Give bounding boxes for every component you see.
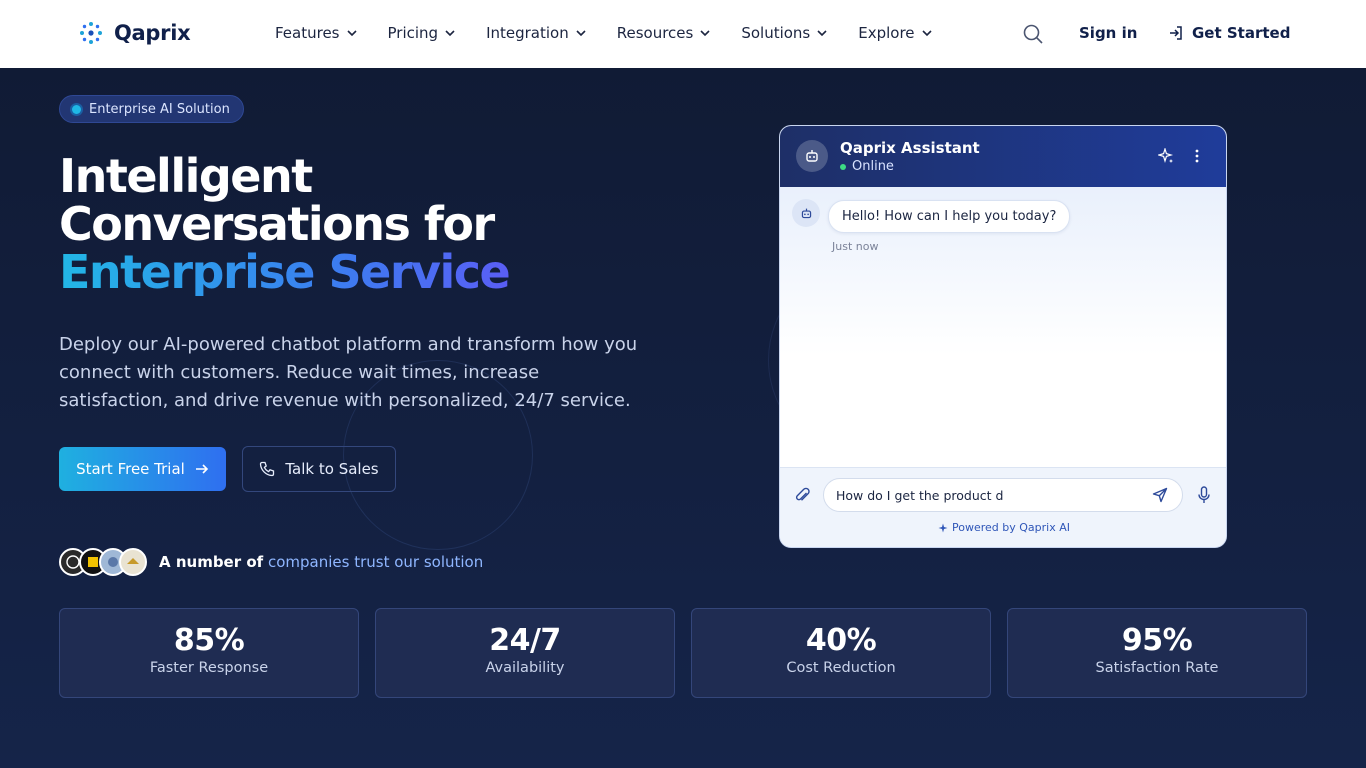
more-vertical-icon[interactable] xyxy=(1190,148,1204,164)
menu-item-label: Solutions xyxy=(741,24,811,42)
powered-by: Powered by Qaprix AI xyxy=(780,521,1226,534)
brand-logo[interactable]: Qaprix xyxy=(78,20,191,46)
chat-messages: Hello! How can I help you today? Just no… xyxy=(780,187,1226,467)
sign-in-link[interactable]: Sign in xyxy=(1079,24,1137,42)
badge-label: Enterprise AI Solution xyxy=(89,101,230,117)
online-dot xyxy=(840,163,846,170)
menu-item-label: Explore xyxy=(858,24,915,42)
stat-value: 40% xyxy=(805,623,877,658)
chevron-down-icon xyxy=(576,30,586,37)
menu-item-solutions[interactable]: Solutions xyxy=(741,24,828,42)
trust-row: A number of companies trust our solution xyxy=(59,548,483,576)
chat-message-input[interactable] xyxy=(823,478,1183,512)
menu-item-resources[interactable]: Resources xyxy=(617,24,712,42)
menu-item-label: Integration xyxy=(486,24,569,42)
stat-card: 85% Faster Response xyxy=(59,608,359,698)
chat-header: Qaprix Assistant Online xyxy=(780,126,1226,187)
badge-dot xyxy=(72,104,81,114)
sign-in-arrow-icon xyxy=(1170,26,1182,40)
stat-card: 40% Cost Reduction xyxy=(691,608,991,698)
sparkle-icon[interactable] xyxy=(1158,148,1174,164)
main-menu: Features Pricing Integration Resources S… xyxy=(275,24,963,42)
stat-label: Cost Reduction xyxy=(786,660,896,676)
bot-avatar xyxy=(792,199,820,227)
stat-label: Availability xyxy=(485,660,565,676)
chat-composer: Powered by Qaprix AI xyxy=(780,467,1226,547)
brand-name: Qaprix xyxy=(114,21,191,45)
headline-line-2: Conversations for xyxy=(59,197,495,251)
paperclip-icon[interactable] xyxy=(794,487,812,505)
start-free-trial-label: Start Free Trial xyxy=(76,460,185,478)
get-started-button[interactable]: Get Started xyxy=(1168,24,1290,42)
menu-item-integration[interactable]: Integration xyxy=(486,24,587,42)
hero-headline: Intelligent Conversations for Enterprise… xyxy=(59,149,511,299)
menu-item-explore[interactable]: Explore xyxy=(858,24,932,42)
hero-subtext: Deploy our AI-powered chatbot platform a… xyxy=(59,334,638,411)
chevron-down-icon xyxy=(921,30,932,37)
microphone-icon[interactable] xyxy=(1197,486,1211,504)
send-icon[interactable] xyxy=(1152,487,1168,503)
robot-icon xyxy=(801,208,811,218)
headline-highlight: Enterprise Service xyxy=(59,245,511,299)
talk-to-sales-label: Talk to Sales xyxy=(285,460,379,478)
talk-to-sales-button[interactable]: Talk to Sales xyxy=(242,446,396,492)
robot-icon xyxy=(806,150,818,162)
menu-item-label: Pricing xyxy=(387,24,439,42)
menu-item-features[interactable]: Features xyxy=(275,24,358,42)
chat-title: Qaprix Assistant xyxy=(840,139,980,157)
chevron-down-icon xyxy=(817,30,827,37)
trust-link[interactable]: companies trust our solution xyxy=(268,553,483,571)
company-logo xyxy=(119,548,147,576)
chevron-down-icon xyxy=(700,30,710,37)
hero-badge: Enterprise AI Solution xyxy=(59,95,244,123)
chat-status: Online xyxy=(840,159,894,174)
headline-line-1: Intelligent xyxy=(59,149,313,203)
trust-text: A number of companies trust our solution xyxy=(159,553,483,571)
arrow-right-icon xyxy=(195,464,208,474)
chat-status-label: Online xyxy=(852,159,894,174)
menu-item-pricing[interactable]: Pricing xyxy=(388,24,457,42)
stat-label: Faster Response xyxy=(149,660,269,676)
phone-icon xyxy=(260,461,275,477)
stat-card: 95% Satisfaction Rate xyxy=(1007,608,1307,698)
dot-cluster-icon xyxy=(80,22,102,44)
bot-avatar xyxy=(796,140,828,172)
trust-prefix: A number of xyxy=(159,553,264,571)
search-icon[interactable] xyxy=(1022,23,1044,45)
stat-value: 24/7 xyxy=(489,623,561,658)
stat-label: Satisfaction Rate xyxy=(1095,660,1219,676)
menu-item-label: Features xyxy=(275,24,340,42)
stat-value: 85% xyxy=(173,623,245,658)
chevron-down-icon xyxy=(346,30,357,37)
company-logos xyxy=(59,548,147,576)
get-started-label: Get Started xyxy=(1192,24,1291,42)
stat-value: 95% xyxy=(1121,623,1193,658)
stat-card: 24/7 Availability xyxy=(375,608,675,698)
start-free-trial-button[interactable]: Start Free Trial xyxy=(59,447,226,491)
top-navbar: Qaprix Features Pricing Integration Reso… xyxy=(0,0,1366,68)
message-timestamp: Just now xyxy=(832,240,879,253)
chevron-down-icon xyxy=(445,30,455,37)
sparkle-icon xyxy=(938,523,948,532)
powered-by-label: Powered by Qaprix AI xyxy=(952,521,1070,534)
chat-widget: Qaprix Assistant Online Hello! How can I… xyxy=(779,125,1227,548)
message-bubble: Hello! How can I help you today? xyxy=(828,200,1071,233)
menu-item-label: Resources xyxy=(616,24,694,42)
